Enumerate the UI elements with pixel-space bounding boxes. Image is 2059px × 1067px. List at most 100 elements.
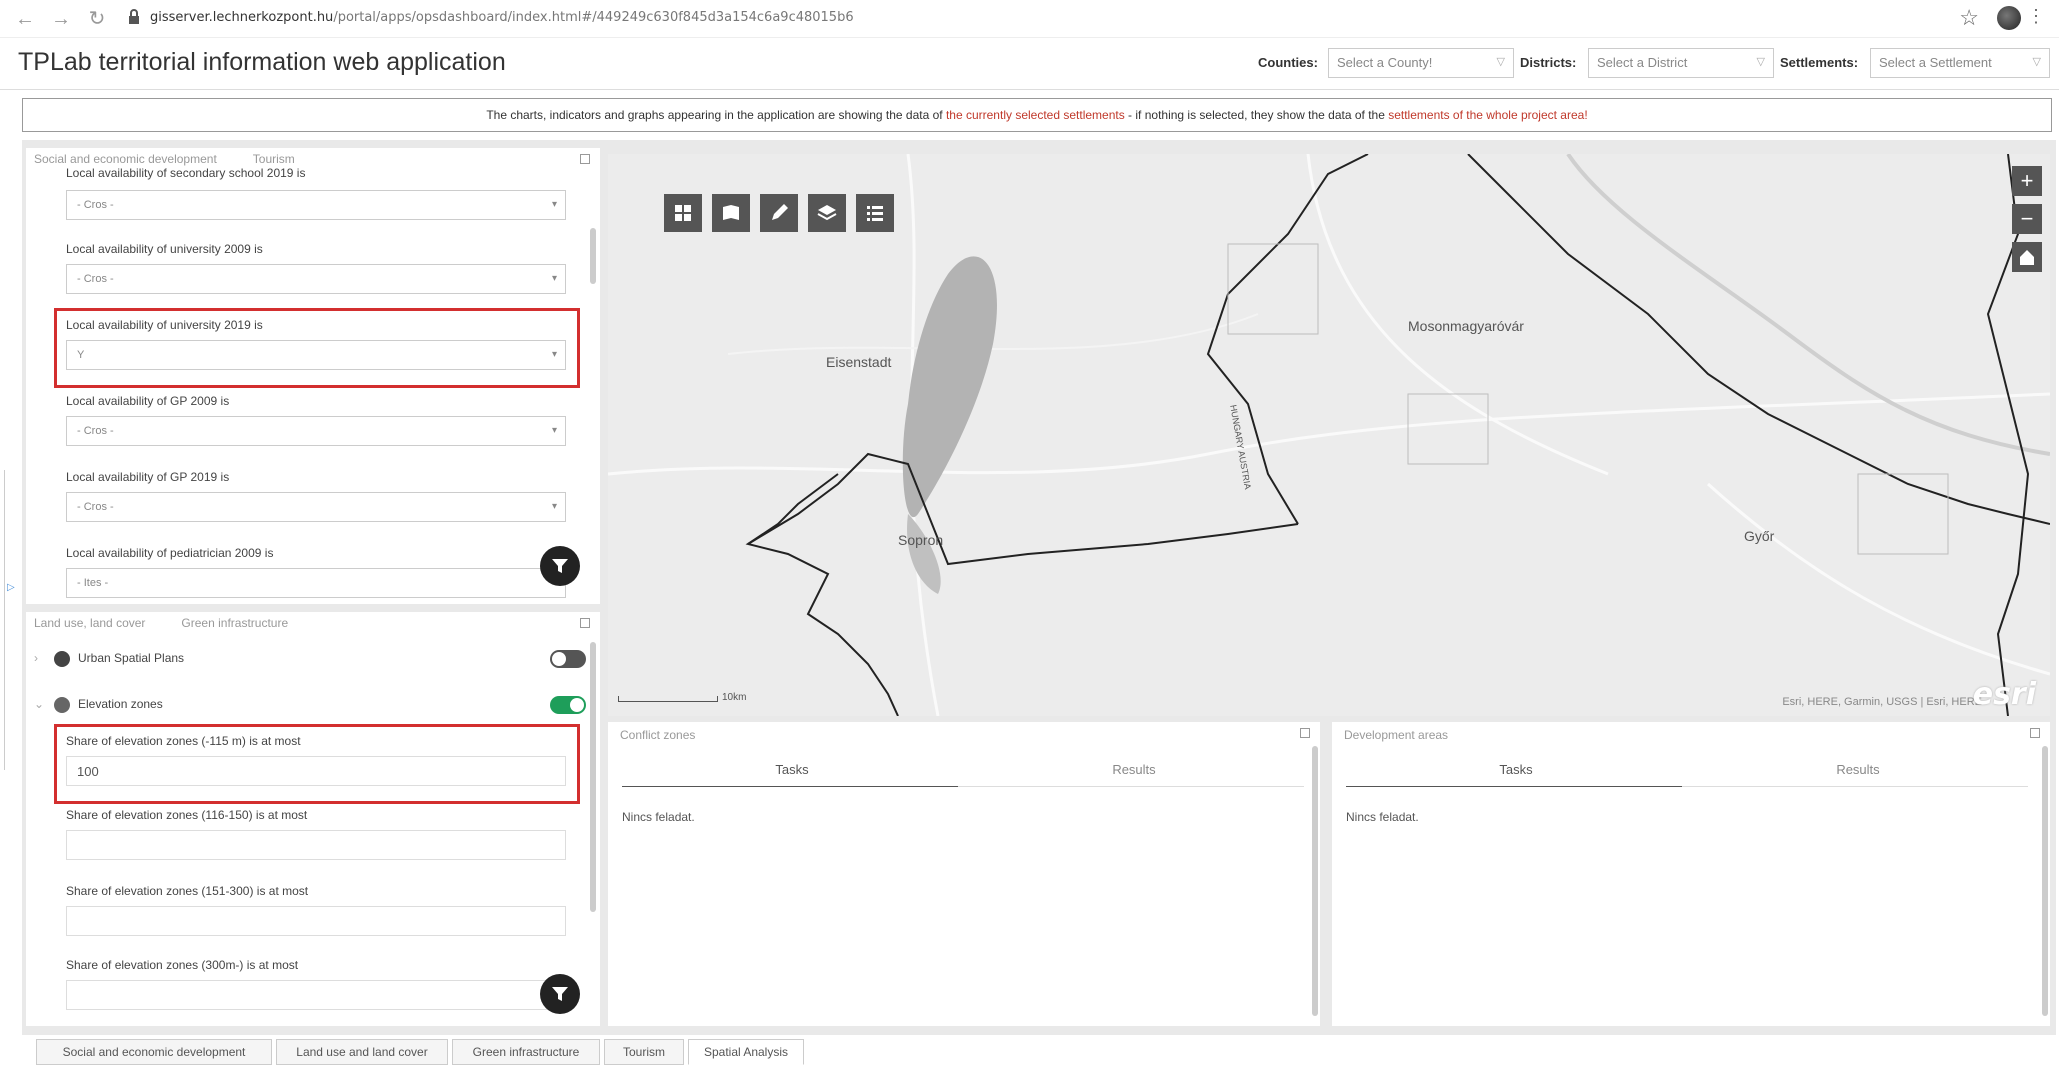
tab-tourism[interactable]: Tourism	[253, 152, 295, 166]
tab-tasks[interactable]: Tasks	[1346, 762, 1686, 777]
tab-social-economic-development[interactable]: Social and economic development	[36, 1039, 272, 1065]
map-label-gyor: Győr	[1744, 528, 1775, 544]
districts-select[interactable]: Select a District ▽	[1588, 48, 1774, 78]
maximize-icon[interactable]	[1300, 728, 1310, 738]
maximize-icon[interactable]	[580, 618, 590, 628]
expand-arrow-icon[interactable]: ▷	[7, 582, 15, 593]
layer-elevation-zones[interactable]: ⌄ Elevation zones	[34, 692, 163, 716]
land-use-panel: Land use, land cover Green infrastructure…	[26, 612, 600, 1026]
zoom-in-button[interactable]: +	[2012, 166, 2042, 196]
elevation-zones-toggle[interactable]	[550, 696, 586, 714]
apply-filter-button[interactable]	[540, 546, 580, 586]
info-banner: The charts, indicators and graphs appear…	[22, 98, 2052, 132]
conflict-zones-panel: Conflict zones Tasks Results Nincs felad…	[608, 722, 1320, 1026]
scrollbar[interactable]	[590, 642, 596, 912]
map-label-sopron: Sopron	[898, 532, 944, 548]
tab-tasks[interactable]: Tasks	[622, 762, 962, 777]
filter-icon	[552, 559, 568, 573]
elevation-116-150-input[interactable]	[66, 830, 566, 860]
layer-icon	[54, 650, 70, 667]
development-areas-panel: Development areas Tasks Results Nincs fe…	[1332, 722, 2050, 1026]
urban-spatial-plans-toggle[interactable]	[550, 650, 586, 668]
zoom-out-button[interactable]: −	[2012, 204, 2042, 234]
chevron-down-icon: ▾	[551, 425, 557, 436]
map-label-eisenstadt: Eisenstadt	[826, 354, 892, 370]
chevron-down-icon: ▾	[551, 273, 557, 284]
pencil-icon	[772, 204, 788, 220]
dashboard: Social and economic development Tourism L…	[22, 140, 2056, 1035]
field-label: Local availability of university 2009 is	[66, 242, 263, 256]
reload-icon[interactable]: ↻	[86, 8, 108, 30]
home-button[interactable]	[2012, 242, 2042, 272]
scale-bar: 10km	[618, 692, 746, 703]
elevation-300-input[interactable]	[66, 980, 566, 1010]
land-panel-tabs: Land use, land cover Green infrastructure	[34, 616, 324, 630]
settlements-select[interactable]: Select a Settlement ▽	[1870, 48, 2050, 78]
basemap-gallery-button[interactable]	[664, 194, 702, 232]
field-label: Local availability of secondary school 2…	[66, 166, 306, 180]
tab-results[interactable]: Results	[1688, 762, 2028, 777]
gp-2019-select[interactable]: - Cros - ▾	[66, 492, 566, 522]
field-label: Share of elevation zones (-115 m) is at …	[66, 734, 301, 748]
elevation-151-300-input[interactable]	[66, 906, 566, 936]
maximize-icon[interactable]	[2030, 728, 2040, 738]
side-panel-handle[interactable]: ▷	[4, 470, 16, 770]
apply-filter-button[interactable]	[540, 974, 580, 1014]
grid-icon	[675, 205, 691, 221]
tab-land-use[interactable]: Land use, land cover	[34, 616, 145, 630]
tab-social-economic[interactable]: Social and economic development	[34, 152, 217, 166]
map-view[interactable]: + − Eisenstadt Mosonmagyaróvár Sopron Gy…	[608, 154, 2050, 716]
scrollbar[interactable]	[1312, 746, 1318, 1016]
legend-button[interactable]	[856, 194, 894, 232]
chevron-down-icon: ▾	[551, 349, 557, 360]
maximize-icon[interactable]	[580, 154, 590, 164]
scrollbar[interactable]	[590, 228, 596, 284]
esri-logo: esri	[1972, 677, 2036, 712]
bookmark-star-icon[interactable]: ☆	[1959, 5, 1979, 31]
secondary-school-2019-select[interactable]: - Cros - ▾	[66, 190, 566, 220]
bookmarks-button[interactable]	[712, 194, 750, 232]
chevron-down-icon: ▽	[1496, 56, 1505, 68]
elevation-115-input[interactable]: 100	[66, 756, 566, 786]
field-label: Local availability of pediatrician 2009 …	[66, 546, 274, 560]
university-2019-select[interactable]: Y ▾	[66, 340, 566, 370]
map-icon	[723, 205, 739, 220]
tab-green-infrastructure[interactable]: Green infrastructure	[452, 1039, 600, 1065]
pediatrician-2009-select[interactable]: - Ites -	[66, 568, 566, 598]
menu-kebab-icon[interactable]: ⋮	[2027, 6, 2045, 27]
chevron-down-icon: ▾	[551, 199, 557, 210]
tab-results[interactable]: Results	[964, 762, 1304, 777]
list-icon	[867, 206, 883, 221]
map-canvas[interactable]	[608, 154, 2050, 716]
address-bar[interactable]: gisserver.lechnerkozpont.hu/portal/apps/…	[150, 10, 854, 25]
tab-divider	[958, 786, 1304, 787]
field-label: Share of elevation zones (300m-) is at m…	[66, 958, 299, 972]
chevron-down-icon: ▽	[1756, 56, 1765, 68]
districts-label: Districts:	[1520, 55, 1577, 70]
field-label: Local availability of GP 2009 is	[66, 394, 230, 408]
tab-green-infrastructure[interactable]: Green infrastructure	[181, 616, 288, 630]
sketch-button[interactable]	[760, 194, 798, 232]
forward-icon[interactable]: →	[50, 8, 72, 30]
chevron-down-icon[interactable]: ⌄	[34, 692, 48, 716]
chevron-right-icon[interactable]: ›	[34, 646, 48, 670]
field-label: Local availability of GP 2019 is	[66, 470, 230, 484]
back-icon[interactable]: ←	[14, 8, 36, 30]
university-2009-select[interactable]: - Cros - ▾	[66, 264, 566, 294]
tab-spatial-analysis[interactable]: Spatial Analysis	[688, 1039, 804, 1065]
scrollbar[interactable]	[2042, 746, 2048, 1016]
layers-button[interactable]	[808, 194, 846, 232]
tab-tourism[interactable]: Tourism	[604, 1039, 684, 1065]
counties-select[interactable]: Select a County! ▽	[1328, 48, 1514, 78]
app-header: TPLab territorial information web applic…	[0, 38, 2059, 90]
tab-land-use-land-cover[interactable]: Land use and land cover	[276, 1039, 448, 1065]
layer-urban-spatial-plans[interactable]: › Urban Spatial Plans	[34, 646, 184, 670]
layers-icon	[817, 205, 837, 221]
profile-avatar[interactable]	[1997, 6, 2021, 30]
globe-icon	[54, 696, 70, 713]
browser-toolbar: ← → ↻ gisserver.lechnerkozpont.hu/portal…	[0, 0, 2059, 38]
field-label: Share of elevation zones (151-300) is at…	[66, 884, 309, 898]
gp-2009-select[interactable]: - Cros - ▾	[66, 416, 566, 446]
field-label: Share of elevation zones (116-150) is at…	[66, 808, 308, 822]
active-tab-indicator	[1346, 786, 1682, 787]
